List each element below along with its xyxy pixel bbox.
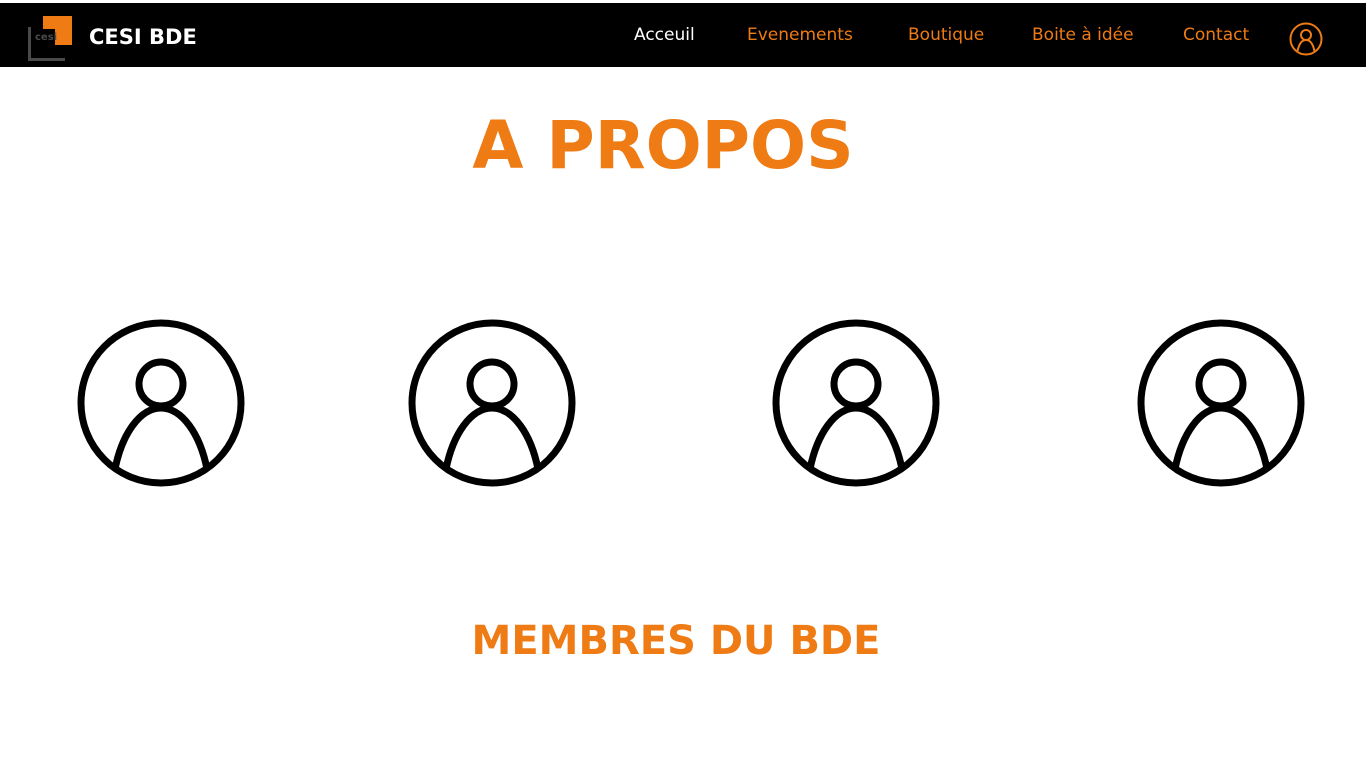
user-circle-icon — [1137, 319, 1305, 487]
nav-link-acceuil[interactable]: Acceuil — [634, 3, 695, 67]
cesi-logo: cesi — [26, 15, 74, 63]
user-circle-icon — [1289, 22, 1323, 56]
nav-link-boite-a-idee[interactable]: Boite à idée — [1032, 3, 1134, 67]
brand[interactable]: cesi CESI BDE — [26, 15, 197, 63]
member-avatar — [771, 318, 941, 488]
nav-link-evenements[interactable]: Evenements — [747, 3, 853, 67]
brand-name: CESI BDE — [89, 25, 197, 49]
member-avatar — [407, 318, 577, 488]
nav-link-boutique[interactable]: Boutique — [908, 3, 984, 67]
member-avatar — [1136, 318, 1306, 488]
user-circle-icon — [77, 319, 245, 487]
logo-text: cesi — [35, 32, 58, 43]
nav-link-contact[interactable]: Contact — [1183, 3, 1249, 67]
members-section-title: MEMBRES DU BDE — [471, 618, 881, 664]
page-title: A PROPOS — [472, 107, 854, 184]
user-circle-icon — [408, 319, 576, 487]
top-nav-bar: cesi CESI BDE Acceuil Evenements Boutiqu… — [0, 3, 1366, 67]
user-circle-icon — [772, 319, 940, 487]
member-avatar — [76, 318, 246, 488]
account-button[interactable] — [1287, 20, 1325, 58]
